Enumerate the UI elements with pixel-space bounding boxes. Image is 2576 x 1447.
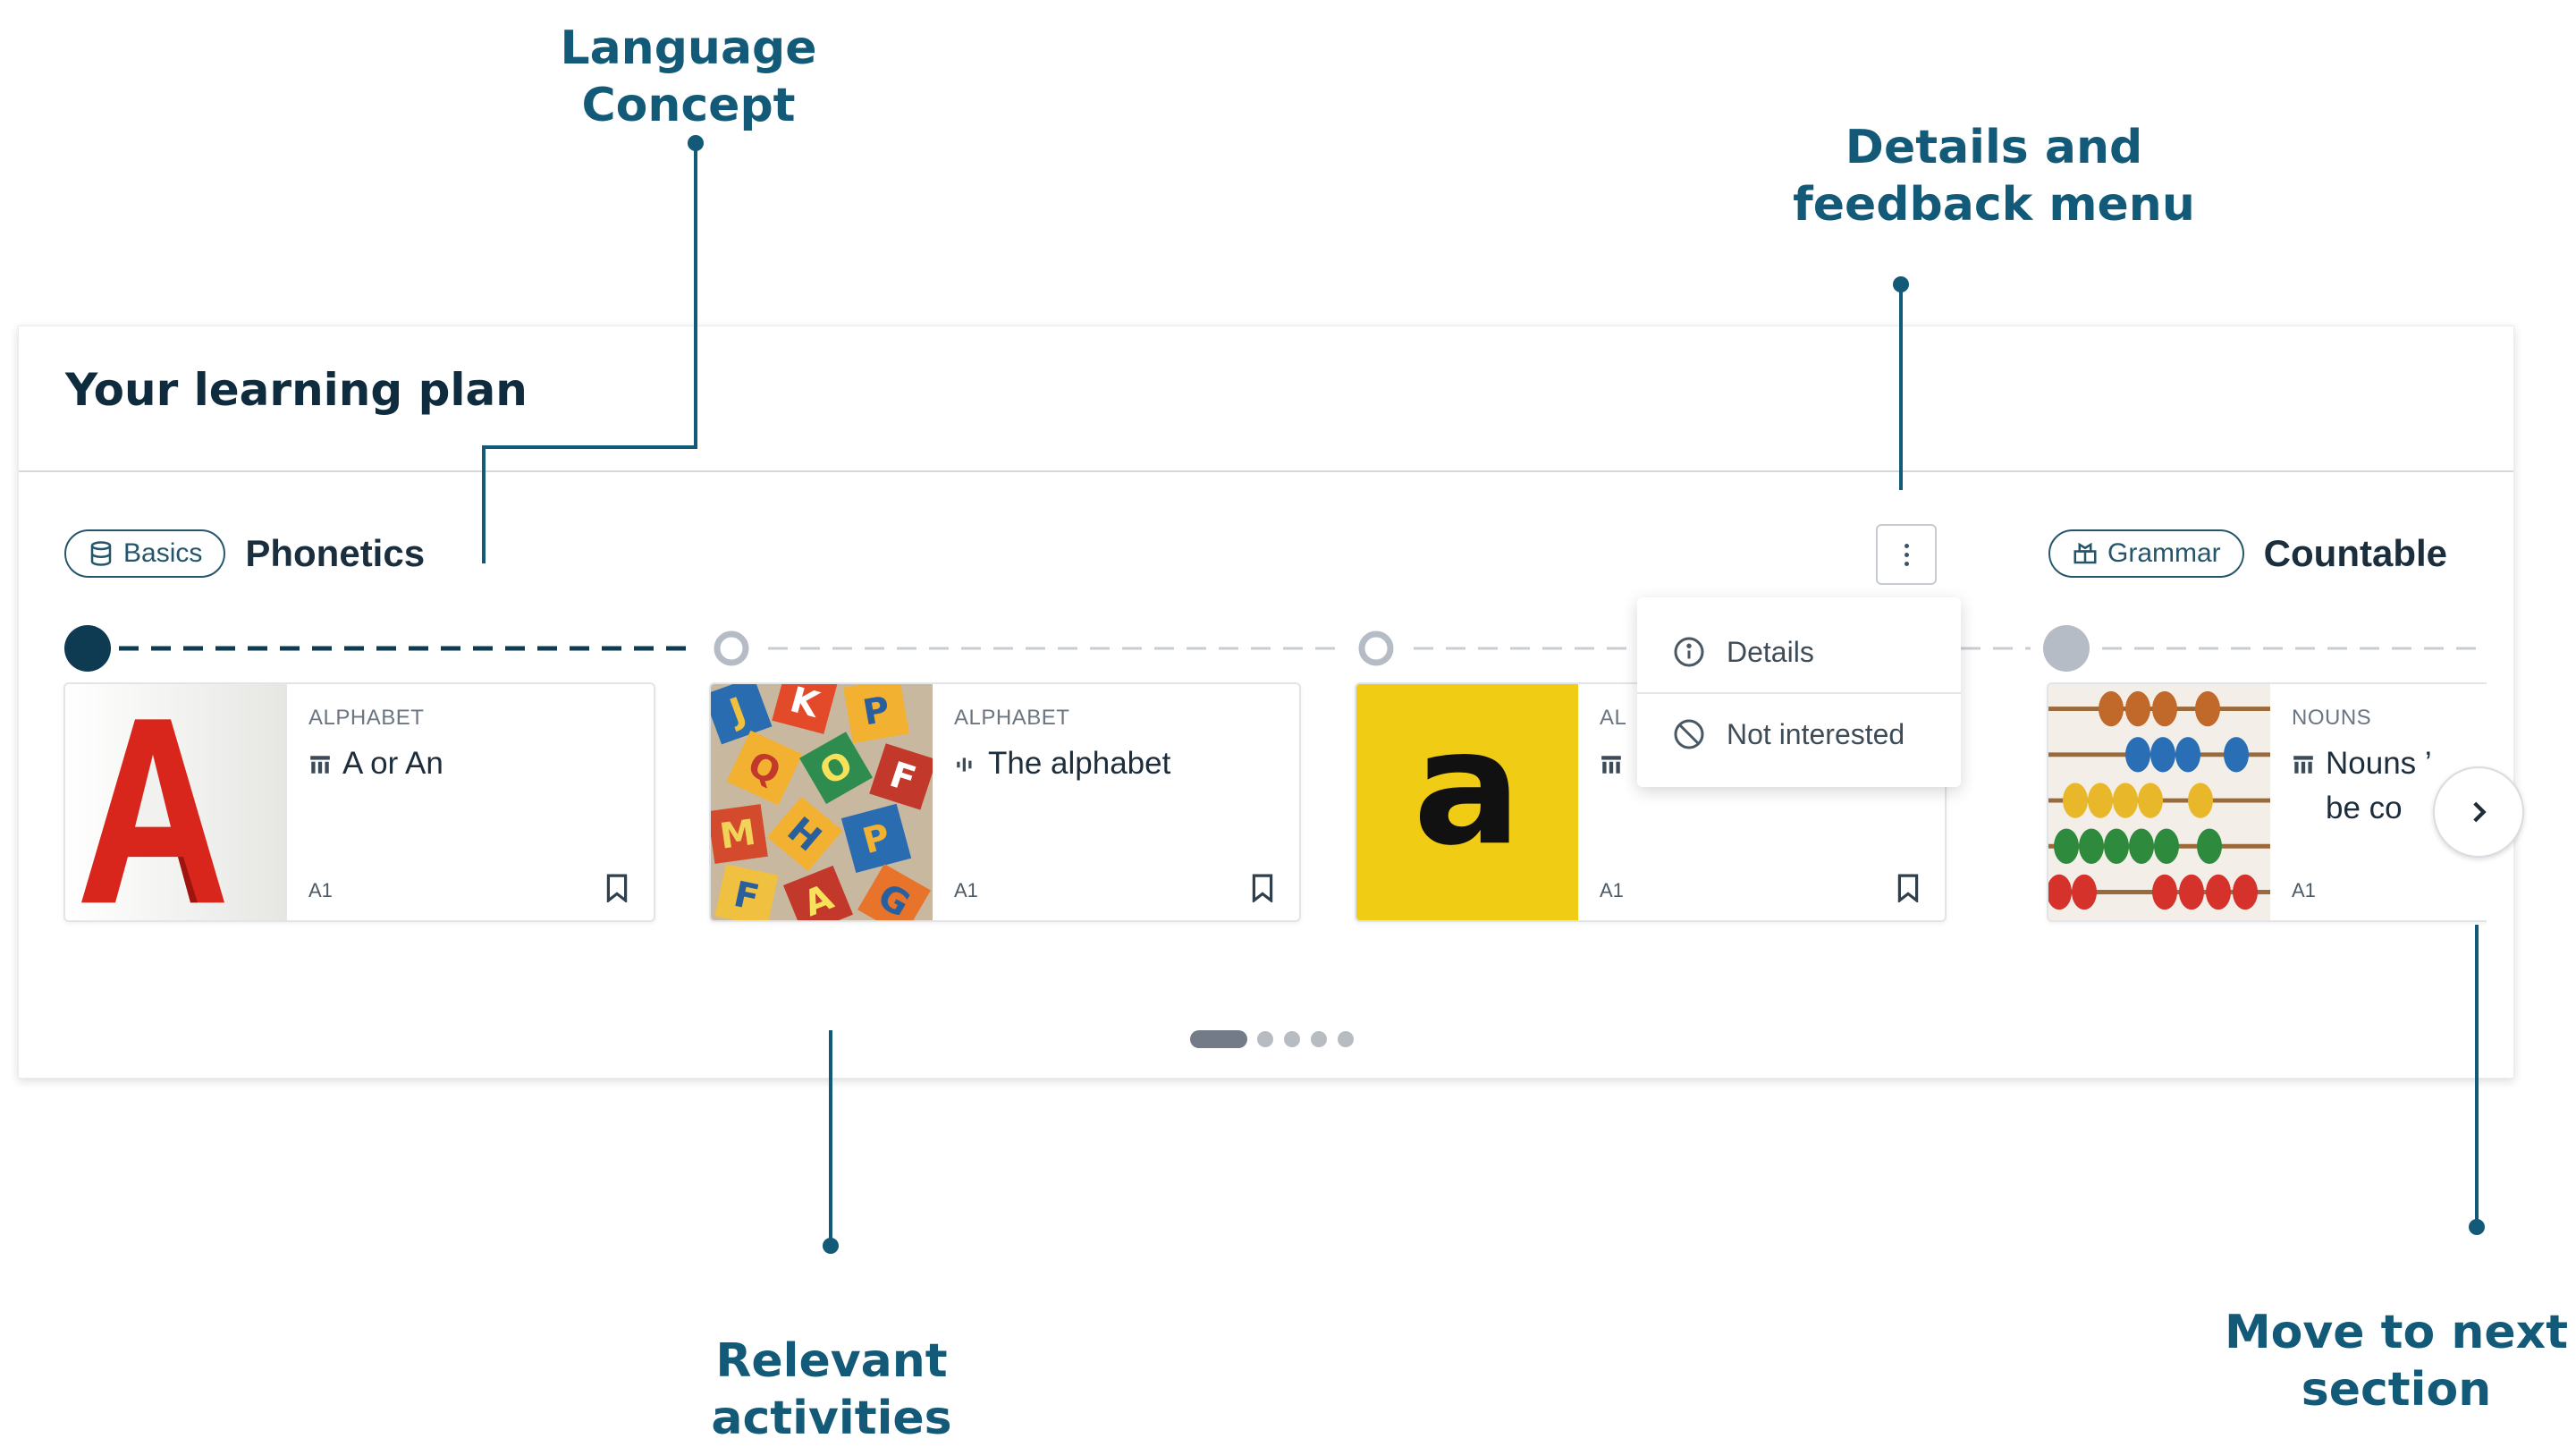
card-meta: ALPHABET The alphabet (954, 706, 1281, 786)
block-icon (1674, 719, 1704, 749)
divider (19, 470, 2513, 472)
concept-name: Countable (2263, 532, 2447, 574)
callout-line: activities (711, 1392, 952, 1445)
concept-name: Phonetics (245, 532, 426, 574)
callout-line: Relevant (715, 1334, 948, 1388)
card-title: The alphabet (988, 746, 1171, 781)
track-graphic (64, 625, 2487, 672)
card-title-line: Nouns ’ (2326, 746, 2432, 781)
svg-text:a: a (1413, 697, 1521, 881)
card-title-row: A or An (308, 741, 636, 786)
card-level: A1 (308, 879, 333, 901)
bookmark-icon[interactable] (605, 874, 629, 902)
card-level: A1 (954, 879, 978, 901)
activity-card[interactable]: ALPHABET A or An A1 (63, 682, 655, 922)
card-image-abacus (2048, 684, 2270, 920)
activity-carousel: ALPHABET A or An A1 J K P Q O F M H P F … (19, 682, 2487, 942)
next-section-button[interactable] (2433, 766, 2524, 858)
activity-card[interactable]: NOUNS Nouns ’ be co A1 (2047, 682, 2487, 922)
concept-header-phonetics[interactable]: Basics Phonetics (64, 529, 425, 578)
track-node (714, 630, 749, 666)
bookmark-icon[interactable] (1896, 874, 1920, 902)
callout-line: Language (560, 21, 817, 75)
kebab-dot (1904, 552, 1909, 557)
activity-card[interactable]: J K P Q O F M H P F A G ALPHABET The alp… (709, 682, 1301, 922)
svg-text:M: M (717, 812, 758, 858)
card-category: ALPHABET (954, 706, 1070, 730)
callout-relevant-activities: Relevant activities (680, 1333, 984, 1447)
chevron-right-icon (2473, 801, 2487, 823)
panel-title: Your learning plan (65, 364, 528, 416)
audio-icon (957, 757, 972, 772)
callout-details-menu: Details and feedback menu (1770, 119, 2217, 233)
concept-clip: Grammar Countable (2048, 529, 2496, 583)
card-title-line: be co (2326, 791, 2403, 825)
menu-item-label: Not interested (1727, 717, 1905, 750)
card-category: ALPHABET (308, 706, 425, 730)
callout-line: Move to next (2224, 1306, 2569, 1359)
learning-plan-panel: Your learning plan Basics Phonetics Gram… (18, 326, 2524, 1079)
page-dot-active (1190, 1030, 1247, 1048)
track-node-next (2043, 625, 2090, 672)
page-dot (1311, 1031, 1327, 1047)
menu-item-label: Details (1727, 635, 1814, 668)
page-dot (1257, 1031, 1273, 1047)
concept-badge: Grammar (2048, 529, 2244, 578)
progress-track (19, 622, 2515, 675)
list-icon (1601, 756, 1621, 774)
kebab-dot (1904, 543, 1909, 548)
bookmark-icon[interactable] (1251, 874, 1274, 902)
card-level: A1 (1600, 879, 1624, 901)
menu-item-not-interested[interactable]: Not interested (1637, 694, 1961, 774)
callout-next-section: Move to next section (2217, 1304, 2575, 1418)
track-clip (19, 622, 2487, 675)
track-node-current (64, 625, 111, 672)
details-feedback-menu: Details Not interested (1637, 597, 1961, 787)
card-image-yellow-letter-a: a (1356, 684, 1578, 920)
card-image-letter-tiles: J K P Q O F M H P F A G (711, 684, 933, 920)
pagination-dots[interactable] (1190, 1029, 1387, 1049)
card-image-red-letter-a (65, 684, 287, 920)
callout-line: Details and (1845, 121, 2143, 174)
grammar-book-icon (2073, 542, 2097, 564)
card-title: Nouns ’ be co (2326, 741, 2432, 831)
menu-item-details[interactable]: Details (1637, 612, 1961, 692)
track-node (1358, 630, 1394, 666)
callout-line: Concept (581, 79, 796, 132)
badge-label: Grammar (2107, 538, 2221, 568)
callout-line: section (2301, 1363, 2492, 1417)
kebab-dot (1904, 561, 1909, 566)
more-options-button[interactable] (1876, 524, 1937, 585)
page-dot (1284, 1031, 1300, 1047)
callout-line: feedback menu (1793, 178, 2195, 232)
list-icon (310, 756, 330, 774)
badge-label: Basics (123, 538, 203, 568)
card-level: A1 (2292, 879, 2316, 901)
card-title-row: The alphabet (954, 741, 1281, 786)
callout-language-concept: Language Concept (554, 20, 823, 134)
card-category: NOUNS (2292, 706, 2372, 730)
database-icon (90, 541, 112, 566)
page-dot (1338, 1031, 1354, 1047)
info-icon (1674, 637, 1704, 667)
concept-badge: Basics (64, 529, 226, 578)
list-icon (2293, 756, 2313, 774)
card-title: A or An (342, 746, 443, 781)
card-meta: ALPHABET A or An (308, 706, 636, 786)
concept-header-countable[interactable]: Grammar Countable (2048, 529, 2447, 578)
